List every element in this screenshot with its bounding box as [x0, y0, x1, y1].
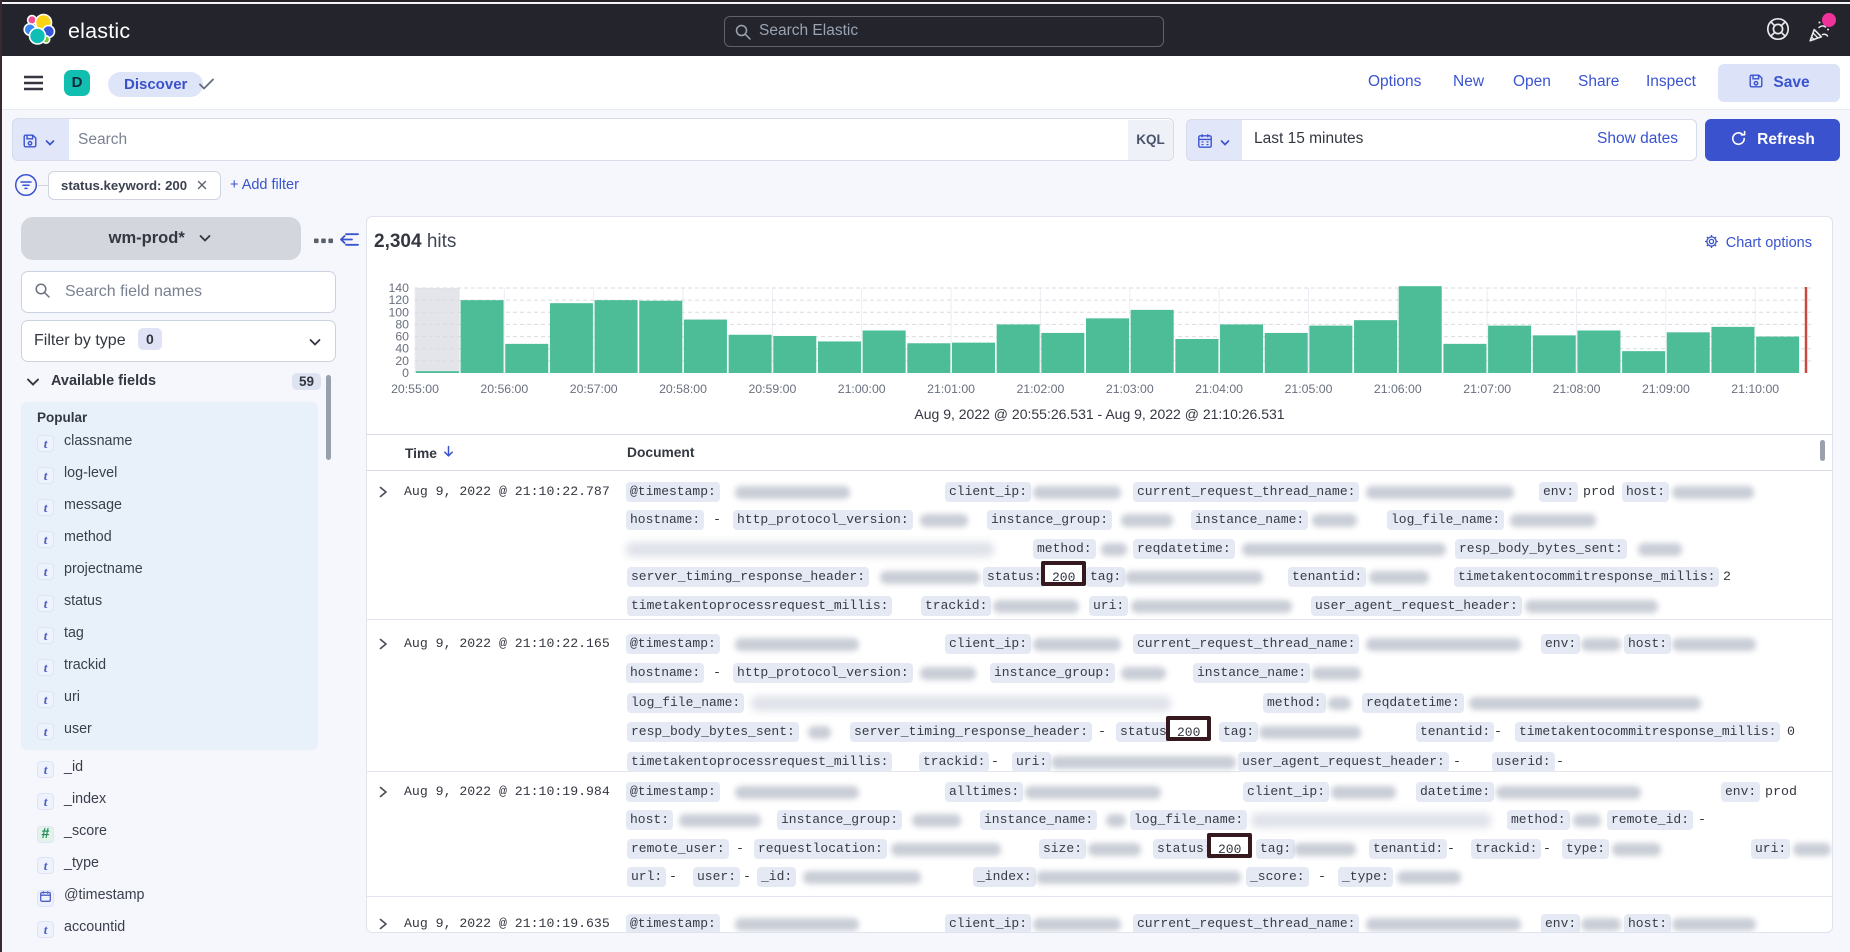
- svg-text:20:58:00: 20:58:00: [659, 382, 707, 396]
- svg-text:20: 20: [395, 354, 409, 368]
- svg-text:0: 0: [402, 366, 409, 380]
- svg-text:21:06:00: 21:06:00: [1374, 382, 1422, 396]
- svg-text:21:00:00: 21:00:00: [838, 382, 886, 396]
- svg-text:140: 140: [388, 281, 409, 295]
- svg-text:60: 60: [395, 330, 409, 344]
- svg-text:120: 120: [388, 293, 409, 307]
- svg-text:100: 100: [388, 305, 409, 319]
- svg-text:21:05:00: 21:05:00: [1285, 382, 1333, 396]
- svg-text:21:01:00: 21:01:00: [927, 382, 975, 396]
- svg-text:21:10:00: 21:10:00: [1731, 382, 1779, 396]
- svg-text:20:57:00: 20:57:00: [570, 382, 618, 396]
- svg-text:21:07:00: 21:07:00: [1463, 382, 1511, 396]
- svg-text:20:55:00: 20:55:00: [391, 382, 439, 396]
- svg-text:40: 40: [395, 342, 409, 356]
- svg-text:21:08:00: 21:08:00: [1553, 382, 1601, 396]
- svg-text:21:09:00: 21:09:00: [1642, 382, 1690, 396]
- svg-text:20:56:00: 20:56:00: [480, 382, 528, 396]
- svg-text:21:04:00: 21:04:00: [1195, 382, 1243, 396]
- svg-text:20:59:00: 20:59:00: [748, 382, 796, 396]
- svg-text:21:03:00: 21:03:00: [1106, 382, 1154, 396]
- svg-text:80: 80: [395, 317, 409, 331]
- svg-text:21:02:00: 21:02:00: [1016, 382, 1064, 396]
